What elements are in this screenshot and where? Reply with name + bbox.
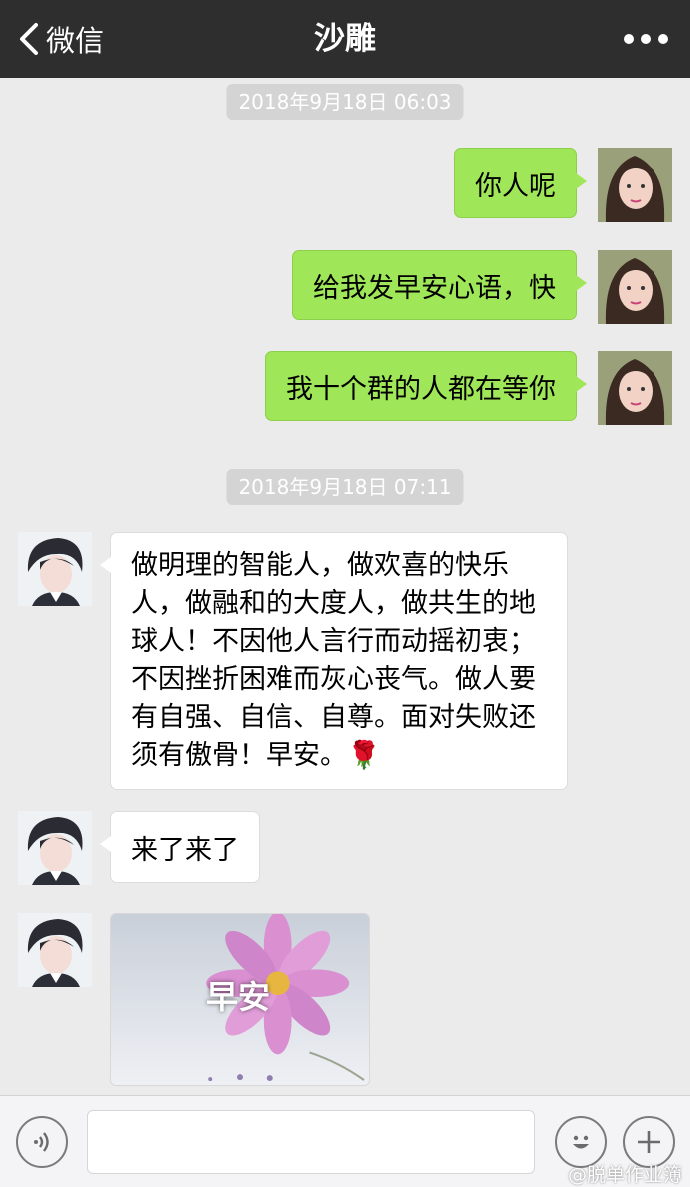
emoji-icon: [573, 1135, 589, 1149]
contact-avatar[interactable]: [18, 532, 92, 606]
plus-icon: [638, 1131, 660, 1153]
my-avatar[interactable]: [598, 148, 672, 222]
chevron-left-icon: [20, 23, 38, 55]
received-message[interactable]: 来了来了: [100, 811, 260, 883]
received-message[interactable]: 做明理的智能人，做欢喜的快乐人，做融和的大度人，做共生的地球人！不因他人言行而动…: [100, 532, 568, 790]
avatar-image: [598, 250, 672, 324]
back-button[interactable]: 微信: [18, 18, 104, 60]
message-list[interactable]: 2018年9月18日 06:03 你人呢 给我发早安心语，快 我十个群的人都在等…: [0, 78, 690, 1095]
contact-avatar[interactable]: [18, 913, 92, 987]
timestamp: 2018年9月18日 06:03: [226, 84, 464, 120]
avatar-image: [598, 148, 672, 222]
my-avatar[interactable]: [598, 250, 672, 324]
more-options-button[interactable]: [624, 24, 668, 54]
timestamp: 2018年9月18日 07:11: [226, 469, 464, 505]
avatar-image: [598, 351, 672, 425]
avatar-image: [18, 913, 92, 987]
sent-message[interactable]: 我十个群的人都在等你: [265, 351, 587, 421]
sent-message[interactable]: 给我发早安心语，快: [292, 250, 587, 320]
watermark: @脱单作业簿: [567, 1164, 682, 1186]
image-caption: 早安: [206, 978, 271, 1016]
voice-button[interactable]: [16, 1116, 68, 1168]
contact-avatar[interactable]: [18, 811, 92, 885]
avatar-image: [18, 811, 92, 885]
message-input[interactable]: [87, 1110, 535, 1174]
image-message[interactable]: 早安: [110, 913, 370, 1086]
navigation-bar: 微信 沙雕: [0, 0, 690, 78]
more-dots-icon: [624, 34, 634, 44]
my-avatar[interactable]: [598, 351, 672, 425]
avatar-image: [18, 532, 92, 606]
voice-icon: [34, 1132, 49, 1152]
sent-message[interactable]: 你人呢: [454, 148, 587, 218]
back-label: 微信: [46, 24, 105, 58]
